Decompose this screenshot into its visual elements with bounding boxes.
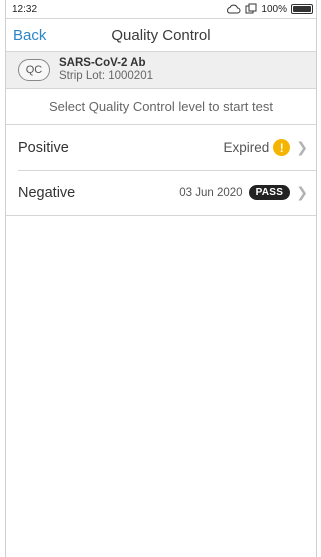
- nav-bar: Back Quality Control: [6, 19, 316, 52]
- pass-badge: PASS: [248, 185, 291, 200]
- page-title: Quality Control: [111, 26, 211, 44]
- chevron-right-icon: ❯: [296, 184, 308, 200]
- battery-icon: [291, 4, 313, 14]
- cloud-icon: [227, 4, 241, 14]
- test-info-panel: QC SARS-CoV-2 Ab Strip Lot: 1000201: [6, 52, 316, 89]
- qc-level-label: Negative: [18, 184, 76, 201]
- expired-status: Expired: [223, 140, 270, 155]
- warning-icon: !: [273, 139, 291, 156]
- qc-level-label: Positive: [18, 139, 69, 156]
- last-test-date: 03 Jun 2020: [179, 186, 243, 199]
- qc-status: 03 Jun 2020 PASS ❯: [179, 184, 308, 201]
- qc-level-list: Positive Expired ! ❯ Negative 03 Jun 202…: [6, 125, 316, 216]
- test-name: SARS-CoV-2 Ab: [59, 57, 146, 69]
- qc-row-positive[interactable]: Positive Expired ! ❯: [6, 125, 316, 170]
- qc-row-negative[interactable]: Negative 03 Jun 2020 PASS ❯: [6, 170, 316, 215]
- qc-badge: QC: [18, 59, 50, 81]
- strip-lot: Strip Lot: 1000201: [59, 70, 153, 82]
- sync-icon: [245, 3, 257, 14]
- status-icons: 100%: [225, 3, 313, 15]
- qc-status: Expired ! ❯: [223, 139, 308, 156]
- test-info-text: SARS-CoV-2 Ab Strip Lot: 1000201: [59, 57, 153, 83]
- back-button[interactable]: Back: [13, 27, 46, 44]
- status-bar: 12:32 100%: [6, 0, 316, 19]
- status-time: 12:32: [12, 3, 38, 15]
- chevron-right-icon: ❯: [296, 139, 308, 155]
- battery-percent: 100%: [261, 3, 287, 15]
- instruction-text: Select Quality Control level to start te…: [6, 89, 316, 125]
- app-screen: 12:32 100% Back Quality Control QC SARS-…: [5, 0, 317, 557]
